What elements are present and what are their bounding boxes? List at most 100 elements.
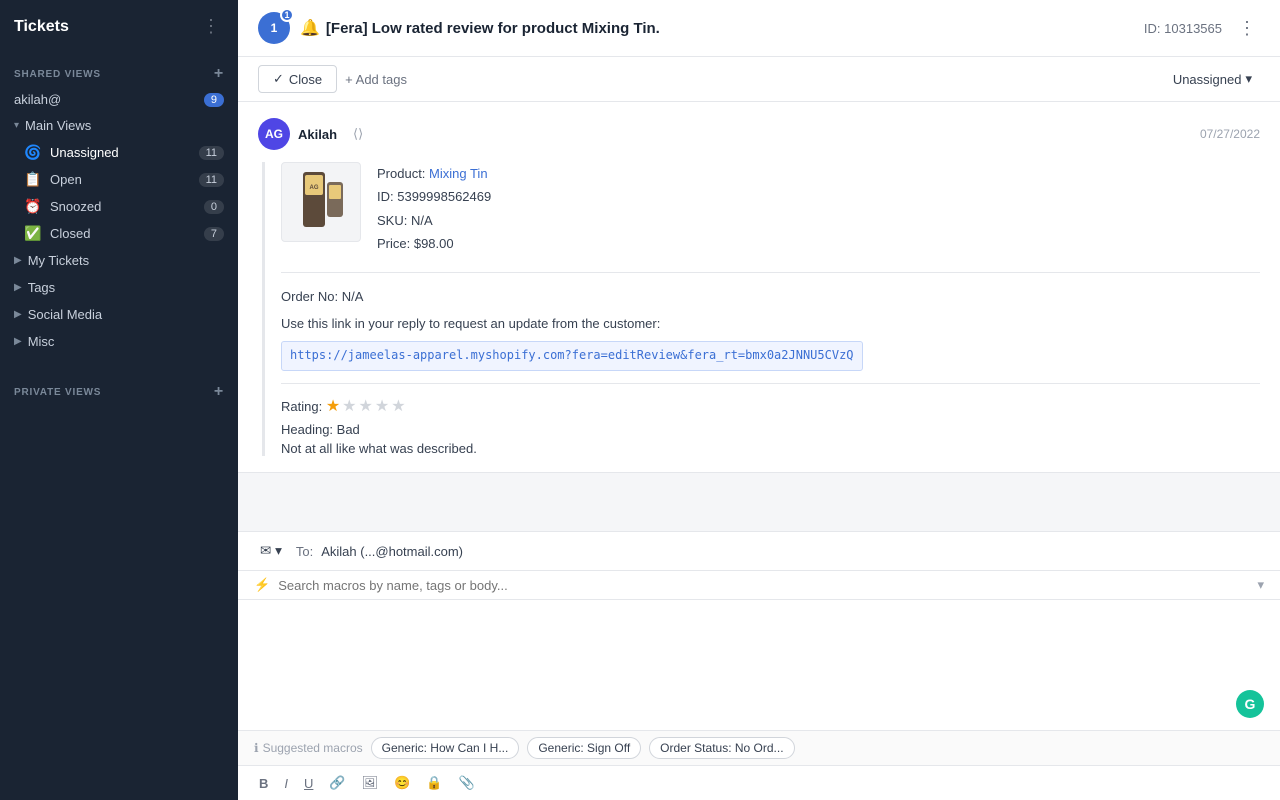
composer-toolbar: B I U 🔗 🖼 😊 🔒 📎 <box>238 765 1280 800</box>
main-views-toggle[interactable]: ▾ Main Views <box>0 112 238 139</box>
star-4: ★ <box>375 396 389 416</box>
mail-type-button[interactable]: ✉ ▾ <box>254 540 288 562</box>
grammarly-button[interactable]: G <box>1236 690 1264 718</box>
message-sender-area: AG Akilah ⟨⟩ <box>258 118 363 150</box>
macro-chip-1[interactable]: Generic: How Can I H... <box>371 737 520 759</box>
emoji-button[interactable]: 😊 <box>389 772 415 794</box>
my-tickets-arrow-icon: ▶ <box>14 255 22 266</box>
ticket-header: 1 1 🔔 [Fera] Low rated review for produc… <box>238 0 1280 57</box>
svg-text:AG: AG <box>310 185 319 191</box>
ticket-title-area: 1 1 🔔 [Fera] Low rated review for produc… <box>258 12 1132 44</box>
heading-value: Bad <box>337 422 360 437</box>
sidebar-item-unassigned[interactable]: 🌀 Unassigned 11 <box>10 139 238 166</box>
my-tickets-toggle[interactable]: ▶ My Tickets <box>0 247 238 274</box>
sidebar-open-label: Open <box>50 172 191 187</box>
divider-2 <box>281 383 1260 384</box>
social-media-toggle[interactable]: ▶ Social Media <box>0 301 238 328</box>
link-button[interactable]: 🔗 <box>324 772 350 794</box>
mail-icon: ✉ <box>260 543 271 559</box>
lightning-icon: ⚡ <box>254 577 270 593</box>
avatar-initials: 1 <box>271 21 278 35</box>
sidebar-item-open[interactable]: 📋 Open 11 <box>10 166 238 193</box>
product-info-block: AG Product: Mixing Tin ID: <box>281 162 1260 256</box>
product-sku-value: N/A <box>411 213 433 228</box>
message-date: 07/27/2022 <box>1200 127 1260 141</box>
order-no-row: Order No: N/A <box>281 285 1260 308</box>
main-views-label: Main Views <box>25 118 91 133</box>
main-panel: 1 1 🔔 [Fera] Low rated review for produc… <box>238 0 1280 800</box>
sidebar-item-closed[interactable]: ✅ Closed 7 <box>10 220 238 247</box>
snoozed-count: 0 <box>204 200 224 214</box>
star-5: ★ <box>391 396 405 416</box>
product-price-row: Price: $98.00 <box>377 232 491 255</box>
to-label: To: <box>296 544 313 559</box>
star-2: ★ <box>342 396 356 416</box>
image-button[interactable]: 🖼 <box>357 772 384 794</box>
bold-button[interactable]: B <box>254 773 273 794</box>
unassigned-icon: 🌀 <box>24 144 42 161</box>
sidebar-kebab-button[interactable]: ⋮ <box>198 16 224 37</box>
sidebar-snoozed-label: Snoozed <box>50 199 196 214</box>
avatar-badge: 1 <box>280 8 294 22</box>
message-body: AG Product: Mixing Tin ID: <box>262 162 1260 456</box>
close-ticket-button[interactable]: ✓ Close <box>258 65 337 93</box>
message-expand-icon[interactable]: ⟨⟩ <box>353 126 363 142</box>
private-views-label: PRIVATE VIEWS + <box>0 371 238 405</box>
star-3: ★ <box>359 396 373 416</box>
product-details: Product: Mixing Tin ID: 5399998562469 SK… <box>377 162 491 256</box>
product-sku-label: SKU: <box>377 213 411 228</box>
info-icon: ℹ <box>254 741 259 755</box>
action-bar: ✓ Close + Add tags Unassigned ▾ <box>238 57 1280 102</box>
sidebar-email-label: akilah@ <box>14 92 61 107</box>
add-private-view-button[interactable]: + <box>214 383 224 401</box>
add-shared-view-button[interactable]: + <box>214 65 224 83</box>
divider-1 <box>281 272 1260 273</box>
ticket-avatar: 1 1 <box>258 12 290 44</box>
product-name-row: Product: Mixing Tin <box>377 162 491 185</box>
product-id-value: 5399998562469 <box>397 189 491 204</box>
sender-avatar: AG <box>258 118 290 150</box>
sidebar-unassigned-label: Unassigned <box>50 145 191 160</box>
tags-toggle[interactable]: ▶ Tags <box>0 274 238 301</box>
macro-chip-3[interactable]: Order Status: No Ord... <box>649 737 794 759</box>
sidebar-item-snoozed[interactable]: ⏰ Snoozed 0 <box>10 193 238 220</box>
macro-search-input[interactable] <box>278 578 1249 593</box>
order-url-link[interactable]: https://jameelas-apparel.myshopify.com?f… <box>281 341 863 371</box>
ticket-content: AG Akilah ⟨⟩ 07/27/2022 <box>238 102 1280 800</box>
add-tags-button[interactable]: + Add tags <box>345 72 407 87</box>
snoozed-icon: ⏰ <box>24 198 42 215</box>
tags-arrow-icon: ▶ <box>14 282 22 293</box>
star-1: ★ <box>326 396 340 416</box>
ticket-kebab-button[interactable]: ⋮ <box>1234 18 1260 39</box>
lock-button[interactable]: 🔒 <box>421 772 447 794</box>
order-no-value: N/A <box>342 289 364 304</box>
social-media-arrow-icon: ▶ <box>14 309 22 320</box>
main-views-arrow-icon: ▾ <box>14 120 19 131</box>
order-section: Order No: N/A Use this link in your repl… <box>281 285 1260 371</box>
ticket-id-label: ID: 10313565 <box>1144 21 1222 36</box>
ticket-fire-icon: 🔔 <box>300 18 320 38</box>
suggested-macros-row: ℹ Suggested macros Generic: How Can I H.… <box>238 730 1280 765</box>
closed-count: 7 <box>204 227 224 241</box>
composer-body[interactable]: G <box>238 600 1280 730</box>
app-title: Tickets <box>14 18 69 36</box>
message-block: AG Akilah ⟨⟩ 07/27/2022 <box>238 102 1280 473</box>
order-no-label: Order No: <box>281 289 342 304</box>
rating-section: Rating: ★ ★ ★ ★ ★ <box>281 396 1260 416</box>
review-heading-row: Heading: Bad <box>281 422 1260 437</box>
assignee-dropdown[interactable]: Unassigned ▾ <box>1165 66 1260 92</box>
product-image: AG <box>281 162 361 242</box>
sender-name: Akilah <box>298 127 337 142</box>
attach-button[interactable]: 📎 <box>453 772 479 794</box>
macro-chip-2[interactable]: Generic: Sign Off <box>527 737 641 759</box>
closed-icon: ✅ <box>24 225 42 242</box>
product-name-link[interactable]: Mixing Tin <box>429 166 488 181</box>
italic-button[interactable]: I <box>279 773 293 794</box>
misc-toggle[interactable]: ▶ Misc <box>0 328 238 355</box>
misc-arrow-icon: ▶ <box>14 336 22 347</box>
sidebar-email-item[interactable]: akilah@ 9 <box>0 87 238 112</box>
unassigned-count: 11 <box>199 146 224 160</box>
shared-views-label: SHARED VIEWS + <box>0 53 238 87</box>
ticket-meta: ID: 10313565 ⋮ <box>1144 18 1260 39</box>
underline-button[interactable]: U <box>299 773 318 794</box>
